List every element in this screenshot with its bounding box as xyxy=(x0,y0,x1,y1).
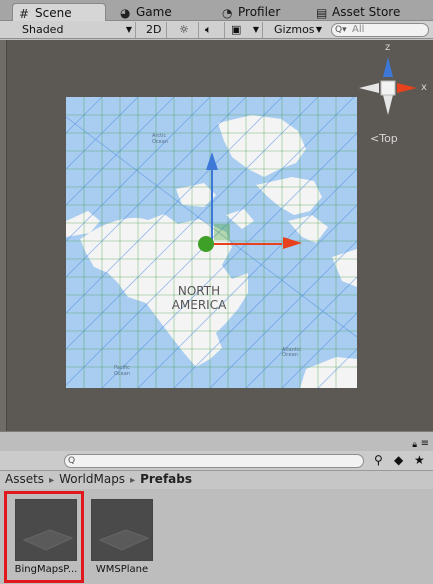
tab-game[interactable]: ◕ Game xyxy=(114,3,194,21)
chevron-down-icon: ▼ xyxy=(125,25,132,34)
plane-preview-icon xyxy=(22,529,74,551)
gizmos-label: Gizmos xyxy=(274,23,315,36)
back-arrow-icon: < xyxy=(370,132,380,145)
project-toolbar: Q ⚲ ◆ ★ xyxy=(0,451,433,471)
lighting-toggle[interactable]: ☼ xyxy=(175,22,199,38)
profiler-icon: ◔ xyxy=(222,6,233,20)
search-icon: Q▾ xyxy=(335,25,347,35)
orientation-gizmo[interactable] xyxy=(355,45,430,120)
filter-by-label-icon[interactable]: ◆ xyxy=(394,453,403,467)
view-mode-text: Top xyxy=(379,132,398,145)
chevron-down-icon: ▼ xyxy=(315,25,322,34)
toggle-2d-button[interactable]: 2D xyxy=(142,22,167,38)
shading-mode-label: Shaded xyxy=(22,23,64,36)
panel-splitter[interactable]: 🔒︎ ≡ xyxy=(0,431,433,451)
pacman-icon: ◕ xyxy=(120,6,131,20)
tab-profiler[interactable]: ◔ Profiler xyxy=(216,3,306,21)
asset-item-bingmaps[interactable]: BingMapsP... xyxy=(12,499,80,575)
shading-mode-dropdown[interactable]: Shaded ▼ xyxy=(18,22,136,38)
gizmo-x-cone[interactable] xyxy=(397,83,417,93)
audio-toggle[interactable]: 🔈︎ xyxy=(201,22,225,38)
pivot-handle[interactable] xyxy=(198,236,214,252)
gizmo-neg-x-cone[interactable] xyxy=(359,83,379,93)
view-mode-label[interactable]: <Top xyxy=(370,132,398,145)
asset-item-wmsplane[interactable]: WMSPlane xyxy=(88,499,156,575)
xz-plane-handle[interactable] xyxy=(214,224,230,240)
effects-dropdown[interactable]: ▣ ▼ xyxy=(227,22,263,38)
search-icon: Q xyxy=(68,456,76,466)
scene-search-input[interactable]: Q▾ All xyxy=(331,23,429,37)
sun-icon: ☼ xyxy=(179,23,189,36)
tab-asset-store-label: Asset Store xyxy=(332,5,401,19)
gizmos-dropdown[interactable]: Gizmos ▼ xyxy=(270,22,325,38)
lock-icon[interactable]: 🔒︎ xyxy=(412,440,417,450)
asset-label: WMSPlane xyxy=(95,564,149,575)
filter-by-type-icon[interactable]: ⚲ xyxy=(374,453,383,467)
toggle-2d-label: 2D xyxy=(146,23,162,36)
breadcrumb-prefabs[interactable]: Prefabs xyxy=(140,472,192,486)
plane-preview-icon xyxy=(98,529,150,551)
favorites-star-icon[interactable]: ★ xyxy=(414,453,425,467)
gizmo-center-cube[interactable] xyxy=(380,80,396,96)
tab-asset-store[interactable]: ▤ Asset Store xyxy=(310,3,428,21)
speaker-icon: 🔈︎ xyxy=(205,23,212,36)
tab-profiler-label: Profiler xyxy=(238,5,281,19)
prefab-thumbnail xyxy=(15,499,77,561)
chevron-right-icon: ▸ xyxy=(130,475,136,486)
gizmo-x-label: x xyxy=(421,82,427,93)
breadcrumb-worldmaps[interactable]: WorldMaps xyxy=(59,472,125,486)
tab-scene-label: Scene xyxy=(35,6,72,20)
chevron-right-icon: ▸ xyxy=(49,475,55,486)
asset-grid: BingMapsP... WMSPlane xyxy=(0,489,433,584)
x-axis-arrow[interactable] xyxy=(283,237,302,249)
gizmo-z-cone[interactable] xyxy=(383,57,393,77)
breadcrumb-assets[interactable]: Assets xyxy=(5,472,44,486)
project-search-input[interactable]: Q xyxy=(64,454,364,468)
asset-label: BingMapsP... xyxy=(14,564,78,575)
chevron-down-icon: ▼ xyxy=(252,25,259,34)
gizmo-neg-z-cone[interactable] xyxy=(383,95,393,115)
prefab-thumbnail xyxy=(91,499,153,561)
gizmo-z-label: z xyxy=(385,42,391,53)
scene-view[interactable]: NORTH AMERICA Arctic Ocean Atlantic Ocean P… xyxy=(0,40,433,431)
image-icon: ▣ xyxy=(231,23,242,36)
scene-toolbar: Shaded ▼ 2D ☼ 🔈︎ ▣ ▼ Gizmos ▼ Q▾ All xyxy=(0,21,433,39)
search-placeholder: All xyxy=(352,24,365,35)
z-axis-arrow[interactable] xyxy=(206,152,218,170)
menu-icon[interactable]: ≡ xyxy=(421,438,429,449)
tab-game-label: Game xyxy=(136,5,172,19)
tab-scene[interactable]: # Scene xyxy=(12,3,106,21)
editor-tab-bar: # Scene ◕ Game ◔ Profiler ▤ Asset Store xyxy=(0,0,433,21)
store-icon: ▤ xyxy=(316,6,328,20)
breadcrumb: Assets ▸ WorldMaps ▸ Prefabs xyxy=(0,471,433,489)
